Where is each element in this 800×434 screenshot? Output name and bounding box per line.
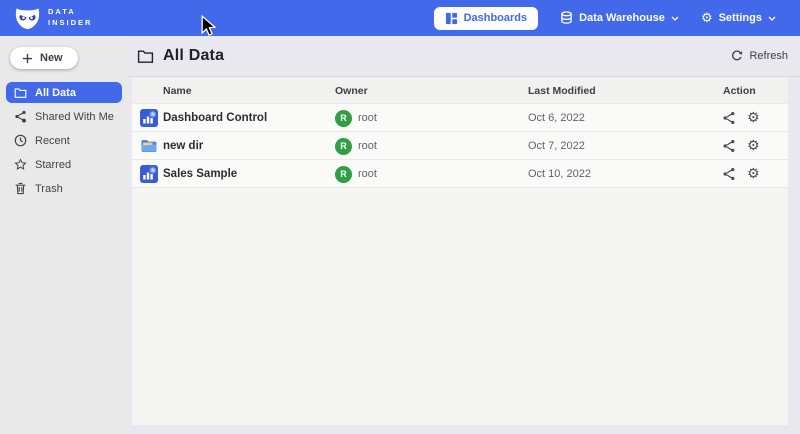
sidebar-item-label: Starred xyxy=(35,159,71,171)
last-modified-date: Oct 6, 2022 xyxy=(528,112,585,124)
refresh-label: Refresh xyxy=(749,50,788,62)
page-title: All Data xyxy=(163,47,224,65)
sidebar: New All Data Shared With Me xyxy=(0,36,128,434)
owner-name: root xyxy=(358,112,377,124)
gear-icon: ⚙ xyxy=(701,12,713,25)
file-name: new dir xyxy=(163,140,203,152)
last-modified-date: Oct 10, 2022 xyxy=(528,168,591,180)
owner-name: root xyxy=(358,140,377,152)
share-icon[interactable] xyxy=(722,167,736,181)
dashboard-file-icon xyxy=(140,165,158,183)
name-cell: Sales Sample xyxy=(140,160,237,188)
table-row[interactable]: Sales Sample R root Oct 10, 2022 xyxy=(132,159,788,187)
table-row[interactable]: new dir R root Oct 7, 2022 ⚙ xyxy=(132,131,788,159)
new-button[interactable]: New xyxy=(10,47,78,69)
share-icon xyxy=(14,110,27,123)
folder-icon xyxy=(14,87,27,99)
owl-logo-icon xyxy=(14,6,41,31)
settings-menu[interactable]: ⚙ Settings xyxy=(701,12,776,25)
sidebar-item-trash[interactable]: Trash xyxy=(6,178,122,199)
column-header-name: Name xyxy=(163,85,192,97)
chevron-down-icon xyxy=(768,16,776,21)
action-cell: ⚙ xyxy=(722,104,760,132)
last-modified-cell: Oct 10, 2022 xyxy=(528,160,591,188)
action-cell: ⚙ xyxy=(722,132,760,160)
sidebar-item-starred[interactable]: Starred xyxy=(6,154,122,175)
plus-icon xyxy=(22,53,33,64)
data-warehouse-menu[interactable]: Data Warehouse xyxy=(560,11,679,25)
file-name: Dashboard Control xyxy=(163,112,267,124)
sidebar-item-shared-with-me[interactable]: Shared With Me xyxy=(6,106,122,127)
topbar: DATA INSIDER Dashboards Da xyxy=(0,0,800,36)
file-name: Sales Sample xyxy=(163,168,237,180)
sidebar-item-label: Recent xyxy=(35,135,70,147)
refresh-button[interactable]: Refresh xyxy=(731,50,788,62)
data-warehouse-label: Data Warehouse xyxy=(579,12,665,24)
column-header-last-modified: Last Modified xyxy=(528,85,596,97)
last-modified-date: Oct 7, 2022 xyxy=(528,140,585,152)
clock-icon xyxy=(14,134,27,147)
gear-icon[interactable]: ⚙ xyxy=(747,111,760,125)
sidebar-item-all-data[interactable]: All Data xyxy=(6,82,122,103)
owner-name: root xyxy=(358,168,377,180)
column-header-owner: Owner xyxy=(335,85,368,97)
trash-icon xyxy=(14,182,27,195)
new-button-label: New xyxy=(40,52,63,64)
table-row[interactable]: Dashboard Control R root Oct 6, 2022 xyxy=(132,103,788,131)
sidebar-item-label: All Data xyxy=(35,87,76,99)
main-header: All Data Refresh xyxy=(128,36,800,77)
dashboard-file-icon xyxy=(140,109,158,127)
file-table: Name Owner Last Modified Action xyxy=(132,77,788,425)
logo-line2: INSIDER xyxy=(48,18,92,29)
share-icon[interactable] xyxy=(722,139,736,153)
sidebar-nav: All Data Shared With Me Recent xyxy=(0,82,128,199)
dashboards-label: Dashboards xyxy=(464,12,528,24)
table-header: Name Owner Last Modified Action xyxy=(132,77,788,103)
folder-icon xyxy=(137,49,154,64)
refresh-icon xyxy=(731,50,743,62)
last-modified-cell: Oct 7, 2022 xyxy=(528,132,585,160)
table-empty-area xyxy=(132,187,788,425)
app-body: New All Data Shared With Me xyxy=(0,36,800,434)
app-logo[interactable]: DATA INSIDER xyxy=(14,6,92,31)
action-cell: ⚙ xyxy=(722,160,760,188)
last-modified-cell: Oct 6, 2022 xyxy=(528,104,585,132)
owner-avatar: R xyxy=(335,138,352,155)
logo-line1: DATA xyxy=(48,7,92,18)
sidebar-item-label: Shared With Me xyxy=(35,111,114,123)
star-icon xyxy=(14,158,27,171)
owner-cell: R root xyxy=(335,160,377,188)
settings-label: Settings xyxy=(719,12,762,24)
sidebar-item-label: Trash xyxy=(35,183,63,195)
gear-icon[interactable]: ⚙ xyxy=(747,139,760,153)
column-header-action: Action xyxy=(723,85,756,97)
dashboards-button[interactable]: Dashboards xyxy=(434,7,539,30)
owner-avatar: R xyxy=(335,110,352,127)
share-icon[interactable] xyxy=(722,111,736,125)
name-cell: Dashboard Control xyxy=(140,104,267,132)
owner-cell: R root xyxy=(335,104,377,132)
owner-cell: R root xyxy=(335,132,377,160)
dashboard-grid-icon xyxy=(445,12,458,25)
database-icon xyxy=(560,11,573,25)
top-nav: Dashboards Data Warehouse ⚙ Settings xyxy=(434,7,776,30)
gear-icon[interactable]: ⚙ xyxy=(747,167,760,181)
main-content: All Data Refresh Name Owner Last Modifie… xyxy=(128,36,800,434)
chevron-down-icon xyxy=(671,16,679,21)
owner-avatar: R xyxy=(335,166,352,183)
sidebar-item-recent[interactable]: Recent xyxy=(6,130,122,151)
name-cell: new dir xyxy=(140,132,203,160)
folder-file-icon xyxy=(140,137,158,155)
